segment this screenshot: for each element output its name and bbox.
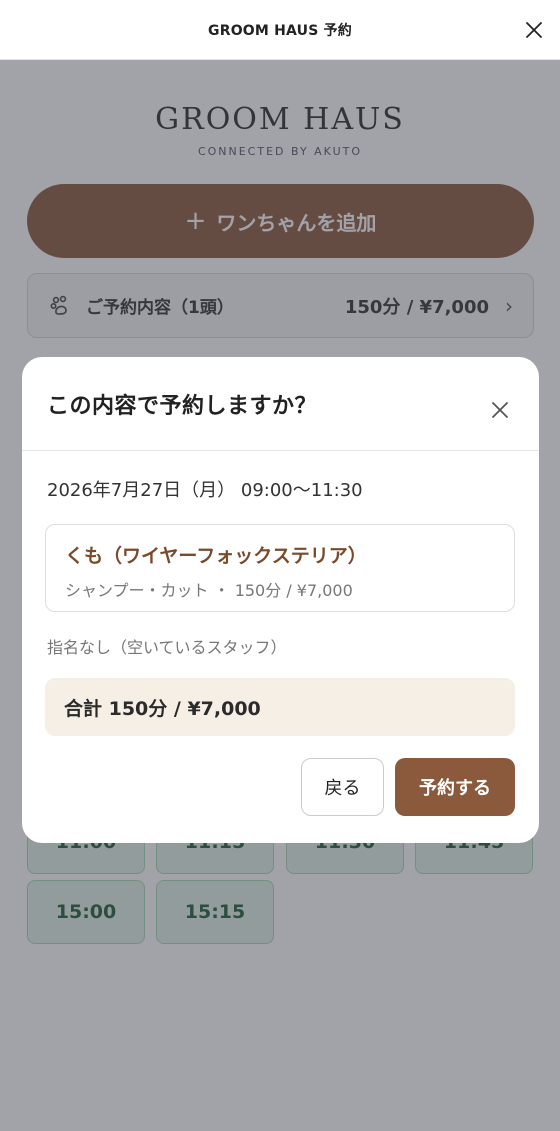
- staff-selection: 指名なし（空いているスタッフ）: [47, 638, 287, 657]
- close-icon[interactable]: [522, 18, 546, 42]
- pet-card: くも（ワイヤーフォックステリア） シャンプー・カット ・ 150分 / ¥7,0…: [45, 524, 515, 612]
- top-bar: GROOM HAUS 予約: [0, 0, 560, 60]
- dialog-title: この内容で予約しますか？: [47, 393, 318, 419]
- back-button[interactable]: 戻る: [301, 758, 384, 816]
- confirm-booking-button[interactable]: 予約する: [395, 758, 515, 816]
- close-icon[interactable]: [489, 399, 511, 421]
- confirm-dialog: この内容で予約しますか？ 2026年7月27日（月） 09:00〜11:30 く…: [22, 357, 539, 843]
- pet-service-detail: シャンプー・カット ・ 150分 / ¥7,000: [65, 581, 353, 600]
- pet-name: くも（ワイヤーフォックステリア）: [65, 545, 367, 567]
- page-title: GROOM HAUS 予約: [208, 22, 352, 39]
- booking-page: GROOM HAUS 予約 GROOM HAUS CONNECTED BY AK…: [0, 0, 560, 1131]
- booking-datetime: 2026年7月27日（月） 09:00〜11:30: [47, 480, 363, 501]
- total-summary: 合計 150分 / ¥7,000: [45, 678, 515, 736]
- dialog-header: この内容で予約しますか？: [22, 357, 539, 451]
